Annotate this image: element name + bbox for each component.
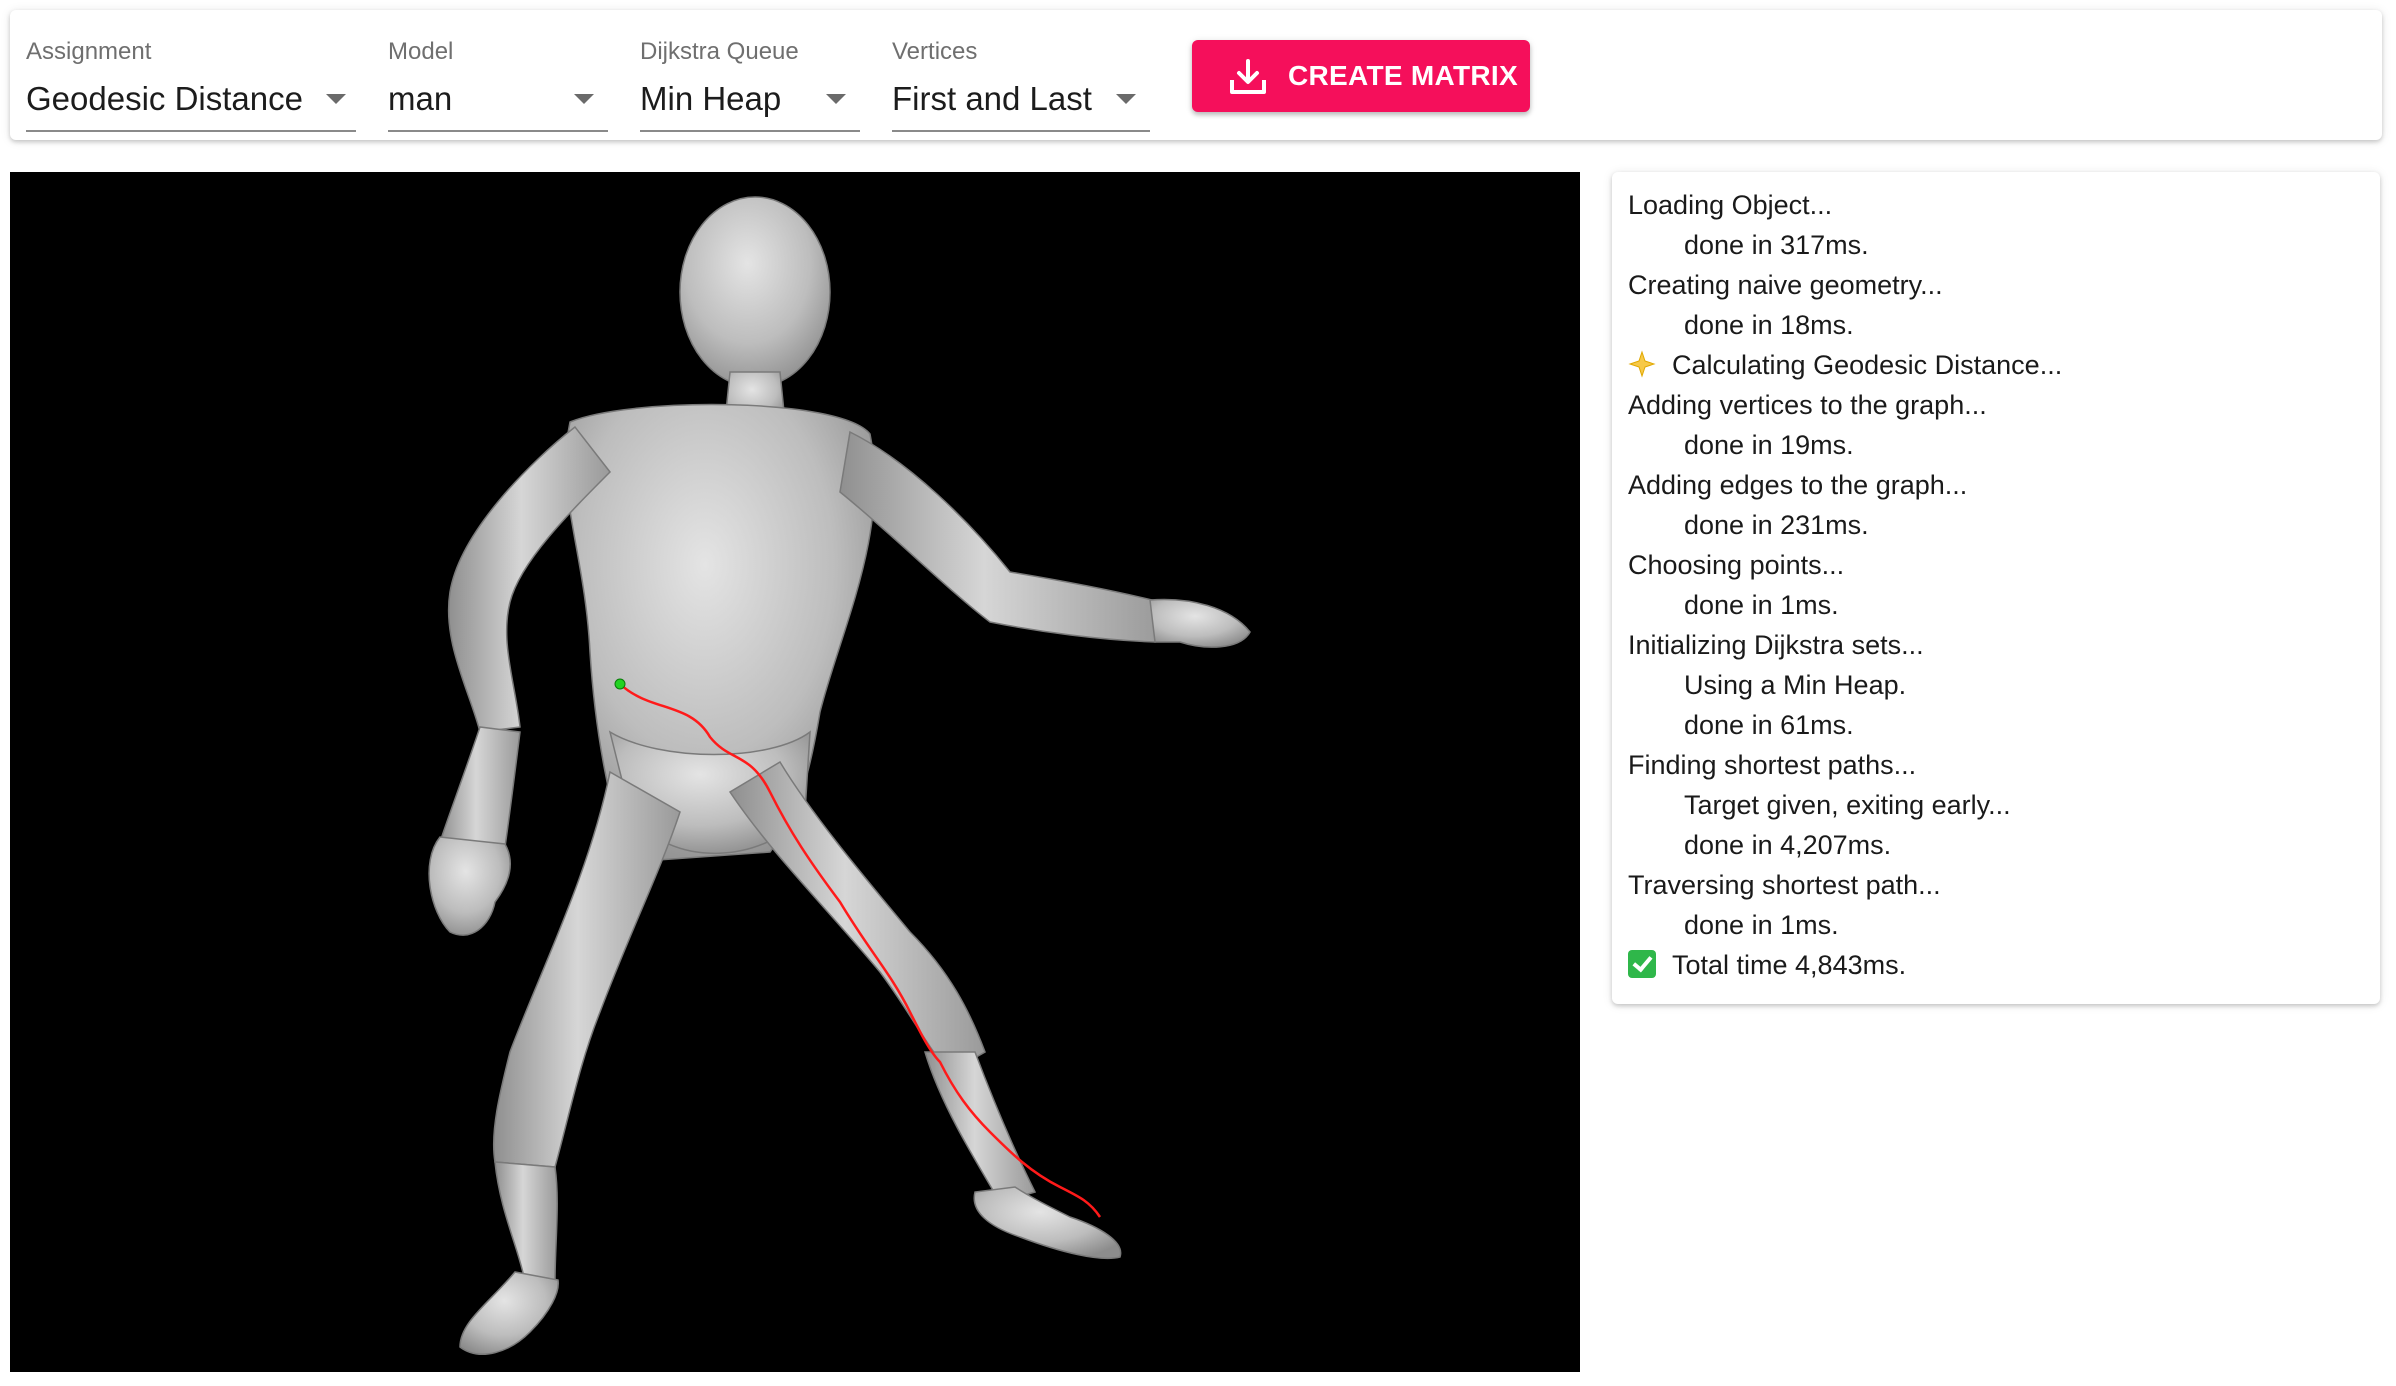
log-panel: Loading Object... done in 317ms. Creatin… bbox=[1612, 172, 2380, 1004]
log-line: Loading Object... bbox=[1628, 190, 1833, 220]
model-left-thigh bbox=[728, 760, 986, 1073]
chevron-down-icon bbox=[1116, 94, 1136, 104]
vertices-value: First and Last bbox=[892, 80, 1092, 117]
model-label: Model bbox=[388, 38, 454, 65]
chevron-down-icon bbox=[826, 94, 846, 104]
toolbar: Assignment Geodesic Distance Model man D… bbox=[10, 10, 2382, 140]
vertices-select[interactable]: Vertices First and Last bbox=[892, 28, 1150, 132]
log-line: Choosing points... bbox=[1628, 550, 1845, 580]
log-line: done in 1ms. bbox=[1684, 910, 1839, 940]
dijkstra-queue-label: Dijkstra Queue bbox=[640, 38, 799, 65]
log-line-with-icon: Calculating Geodesic Distance... bbox=[1628, 350, 2062, 381]
log-line: done in 317ms. bbox=[1684, 230, 1869, 260]
dijkstra-queue-underline bbox=[640, 130, 860, 132]
model-render bbox=[428, 196, 1251, 1355]
model-left-hand bbox=[1149, 598, 1251, 648]
model-value: man bbox=[388, 80, 453, 117]
model-head bbox=[679, 196, 831, 388]
model-select[interactable]: Model man bbox=[388, 28, 608, 132]
model-underline bbox=[388, 130, 608, 132]
path-start-marker bbox=[614, 678, 626, 690]
3d-viewport[interactable] bbox=[10, 172, 1580, 1372]
create-matrix-button[interactable]: CREATE MATRIX bbox=[1192, 40, 1530, 112]
download-icon bbox=[1230, 59, 1266, 94]
human-model bbox=[428, 196, 1251, 1355]
log-line-text: Total time 4,843ms. bbox=[1672, 950, 1907, 980]
log-line-with-icon: Total time 4,843ms. bbox=[1628, 950, 1906, 981]
model-left-foot bbox=[973, 1186, 1122, 1260]
model-right-hand bbox=[428, 836, 511, 936]
model-right-foot bbox=[459, 1271, 559, 1355]
log-line: Target given, exiting early... bbox=[1684, 790, 2011, 820]
log-line: done in 19ms. bbox=[1684, 430, 1854, 460]
log-line: done in 4,207ms. bbox=[1684, 830, 1892, 860]
log-line-text: Calculating Geodesic Distance... bbox=[1672, 350, 2063, 380]
log-line: Using a Min Heap. bbox=[1684, 670, 1907, 700]
assignment-label: Assignment bbox=[26, 38, 152, 65]
log-line: Initializing Dijkstra sets... bbox=[1628, 630, 1924, 660]
dijkstra-queue-value: Min Heap bbox=[640, 80, 782, 117]
model-right-shin bbox=[494, 1161, 558, 1283]
sparkle-icon bbox=[1628, 350, 1656, 378]
model-left-arm bbox=[839, 430, 1161, 643]
log-line: Creating naive geometry... bbox=[1628, 270, 1943, 300]
log-line: done in 1ms. bbox=[1684, 590, 1839, 620]
log-line: done in 61ms. bbox=[1684, 710, 1854, 740]
vertices-underline bbox=[892, 130, 1150, 132]
dijkstra-queue-select[interactable]: Dijkstra Queue Min Heap bbox=[640, 28, 860, 132]
log-line: Adding vertices to the graph... bbox=[1628, 390, 1987, 420]
assignment-value: Geodesic Distance bbox=[26, 80, 303, 117]
chevron-down-icon bbox=[326, 94, 346, 104]
log-line: Traversing shortest path... bbox=[1628, 870, 1941, 900]
assignment-select[interactable]: Assignment Geodesic Distance bbox=[26, 28, 356, 132]
assignment-underline bbox=[26, 130, 356, 132]
vertices-label: Vertices bbox=[892, 38, 978, 65]
log-line: Adding edges to the graph... bbox=[1628, 470, 1968, 500]
log-line: done in 18ms. bbox=[1684, 310, 1854, 340]
model-left-shin bbox=[923, 1051, 1037, 1203]
log-line: done in 231ms. bbox=[1684, 510, 1869, 540]
model-right-forearm bbox=[438, 726, 521, 848]
model-right-thigh bbox=[492, 770, 681, 1168]
create-matrix-label: CREATE MATRIX bbox=[1288, 60, 1518, 91]
log-line: Finding shortest paths... bbox=[1628, 750, 1917, 780]
chevron-down-icon bbox=[574, 94, 594, 104]
check-mark-icon bbox=[1628, 950, 1656, 978]
